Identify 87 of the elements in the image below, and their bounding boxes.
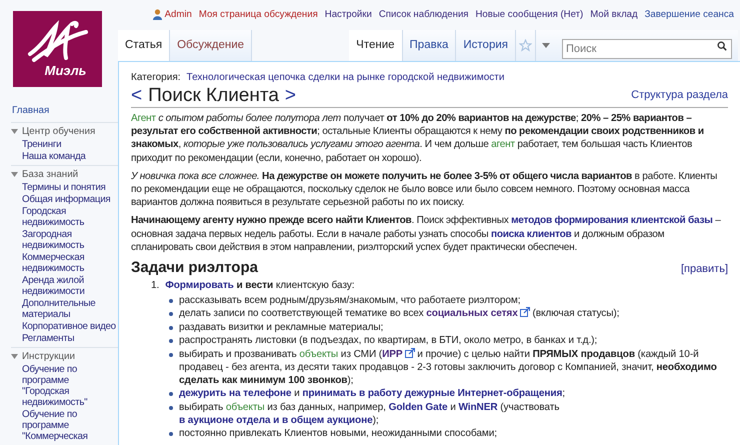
sidebar-link[interactable]: Обучение по программе "Городская недвижимость" (11, 364, 118, 408)
logo[interactable]: Миэль (13, 11, 102, 87)
sidebar-link[interactable]: Главная (11, 105, 118, 116)
list-item-text: постоянно привлекать Клиентов новыми, неожиданными способами; (179, 427, 497, 440)
link[interactable]: Golden Gate (388, 402, 448, 413)
bullet-icon (169, 432, 173, 436)
section-structure-link[interactable]: Структура раздела (631, 86, 728, 103)
link[interactable]: методов формирования клиентской базы (511, 215, 713, 226)
sidebar-link[interactable]: Аренда жилой недвижимости (11, 275, 118, 297)
previous-page-link[interactable]: < (131, 86, 142, 106)
external-link[interactable]: ИРР (382, 348, 414, 360)
expanded-triangle-icon (11, 129, 18, 134)
search-icon[interactable] (717, 40, 727, 50)
bullet-icon (169, 312, 173, 316)
external-link-icon (404, 348, 414, 358)
more-menu-button[interactable] (536, 30, 556, 61)
bullet-icon (169, 339, 173, 344)
tab[interactable]: История (456, 30, 516, 61)
list-item-text: делать записи по соответствующей тематике во всех социальных сетях (включая статусы); (179, 307, 620, 320)
term-link[interactable]: объекты (299, 348, 338, 360)
expanded-triangle-icon (11, 172, 18, 177)
link[interactable]: WinNER (458, 402, 498, 413)
paragraph: У новичка пока все сложнее. На дежурстве он можете получить не более 3-5% от общего числа вариантов в работе. Клиенты по рекомендации еще не обращаются, поскольку сделок не было вовсе или было совсем немного. Поэтому основная масса вариантов должна появиться в результате серьезной работы по их поиску. (131, 170, 718, 210)
list-item-text: выбирать и прозванивать объекты из СМИ (ИРР и прочие) с целью найти ПРЯМЫХ продавцов (каждый 10-й продавец - без агента, из десяти таких продавцов - 2-3 готовы заключить договор с Компанией, значит, необходимо сделать как минимум 100 звонков); (179, 348, 718, 387)
category-link[interactable]: Технологическая цепочка сделки на рынке городской недвижимости (186, 70, 504, 85)
expanded-triangle-icon (11, 354, 18, 359)
sidebar-link[interactable]: Общая информация (11, 194, 118, 205)
link[interactable]: в аукционе отдела и в общем аукционе (179, 414, 373, 426)
link[interactable]: принимать в работу дежурные Интернет-обращения (302, 388, 562, 400)
list-item-text: распространять листовки (в подъездах, по квартирам, в БТИ, около метро, в банках и т.д.); (179, 334, 598, 348)
sidebar-link[interactable]: Загородная недвижимость (11, 229, 118, 251)
paragraph: Агент с опытом работы более полутора лет получает от 10% до 20% вариантов на дежурстве; 20% – 25% вариантов – результат его собственной активности; остальные Клиенты обращаются к нему по рекомендации своих родственников и знакомых, которые уже пользовались услугами этого агента. И чем дольше агент работает, тем большая часть Клиентов приходит по рекомендации (если, конечно, работает он хорошо). (131, 112, 705, 165)
user-link[interactable]: Admin (152, 8, 192, 22)
edit-section-link[interactable]: [править] (680, 260, 728, 278)
sidebar-link[interactable]: Коммерческая недвижимость (11, 252, 118, 274)
bullet-icon (169, 298, 173, 303)
sidebar-link[interactable]: Тренинги (11, 139, 118, 150)
sidebar-link[interactable]: Регламенты (11, 333, 118, 344)
personal-link[interactable]: Мой вклад (590, 8, 638, 22)
personal-link[interactable]: Новые сообщения (Нет) (476, 8, 584, 22)
link[interactable]: поиска клиентов (490, 228, 572, 240)
sidebar-link[interactable]: Наша команда (11, 151, 118, 162)
caret-icon (542, 43, 550, 48)
list-item-text: Формировать и вести клиентскую базу: (165, 279, 354, 292)
personal-link[interactable]: Список наблюдения (378, 8, 468, 22)
list-item-text: выбирать объекты из баз данных, например, Golden Gate и WinNER (участвовать в аукционе отдела и в общем аукционе); (179, 400, 560, 427)
section-heading: Задачи риэлтора (131, 259, 258, 278)
bullet-icon (169, 326, 173, 330)
tab[interactable]: Обсуждение (170, 30, 252, 61)
list-number: 1. (151, 279, 160, 292)
term-link[interactable]: Агент (131, 113, 156, 124)
external-link-icon (520, 307, 530, 318)
term-link[interactable]: агент (491, 139, 515, 150)
link[interactable]: Формировать (165, 280, 234, 292)
paragraph: Начинающему агенту нужно прежде всего найти Клиентов. Поиск эффективных методов формирования клиентской базы – основная задача первых недель работы. Если в начале работы узнать способы поиска клиентов и должным образом спланировать свои действия в этом направлении, риэлторский успех будет практически обеспечен. (131, 214, 722, 254)
personal-link[interactable]: Завершение сеанса (644, 8, 734, 22)
tab[interactable]: Статья (118, 30, 170, 61)
user-icon (152, 9, 162, 20)
page-title: Поиск Клиента (148, 86, 279, 106)
term-link[interactable]: объекты (226, 402, 265, 413)
personal-link[interactable]: Моя страница обсуждения (198, 8, 318, 22)
logo-text: Миэль (44, 64, 86, 78)
sidebar-link[interactable]: Обучение по программе "Коммерческая (11, 409, 118, 442)
link[interactable]: дежурить на телефоне (179, 388, 292, 400)
tab[interactable]: Правка (402, 30, 456, 61)
logo-swoosh-icon (26, 20, 90, 64)
sidebar-link[interactable]: Дополнительные материалы (11, 298, 118, 320)
bullet-icon (169, 406, 173, 410)
sidebar-link[interactable]: Корпоративное видео (11, 321, 118, 332)
list-item-text: дежурить на телефоне и принимать в работу дежурные Интернет-обращения; (179, 387, 565, 400)
list-item-text: рассказывать всем родным/друзьям/знакомым, что работаете риэлтором; (179, 294, 520, 307)
sidebar-section-header[interactable]: База знаний (11, 169, 118, 180)
sidebar-section-header[interactable]: Центр обучения (11, 126, 118, 137)
personal-link[interactable]: Настройки (324, 8, 372, 22)
category-label: Категория: (131, 71, 181, 85)
tab[interactable]: Чтение (349, 30, 403, 61)
list-item-text: раздавать визитки и рекламные материалы; (179, 320, 384, 334)
sidebar-section-header[interactable]: Инструкции (11, 351, 118, 362)
bullet-icon (169, 352, 173, 357)
star-icon (519, 39, 532, 52)
watch-star-button[interactable] (516, 30, 536, 61)
search-field[interactable]: Поиск (562, 38, 732, 58)
bullet-icon (169, 392, 173, 396)
external-link[interactable]: социальных сетях (426, 308, 530, 320)
next-page-link[interactable]: > (284, 86, 296, 106)
sidebar-link[interactable]: Городская недвижимость (11, 206, 118, 228)
sidebar-link[interactable]: Термины и понятия (11, 182, 118, 193)
